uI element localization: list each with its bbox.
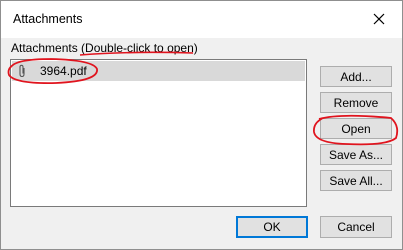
title-bar: Attachments: [1, 1, 402, 38]
open-button[interactable]: Open: [320, 118, 392, 139]
save-all-button[interactable]: Save All...: [320, 170, 392, 191]
save-as-button[interactable]: Save As...: [320, 144, 392, 165]
close-icon: [373, 13, 385, 25]
caption-prefix: Attachments (: [11, 41, 86, 55]
attachment-filename: 3964.pdf: [40, 64, 87, 78]
attachments-listbox[interactable]: 3964.pdf: [10, 59, 307, 207]
window-title: Attachments: [13, 12, 83, 26]
close-button[interactable]: [358, 1, 402, 38]
caption-suffix: ): [193, 41, 198, 55]
attachments-dialog: Attachments Attachments (Double-click to…: [0, 0, 403, 250]
attachments-list-caption: Attachments (Double-click to open): [11, 41, 198, 55]
caption-hint: Double-click to open: [85, 41, 194, 55]
paperclip-icon: [19, 64, 25, 78]
cancel-button[interactable]: Cancel: [320, 216, 392, 238]
list-item[interactable]: 3964.pdf: [12, 61, 305, 81]
add-button[interactable]: Add...: [320, 66, 392, 87]
remove-button[interactable]: Remove: [320, 92, 392, 113]
ok-button[interactable]: OK: [236, 216, 308, 238]
